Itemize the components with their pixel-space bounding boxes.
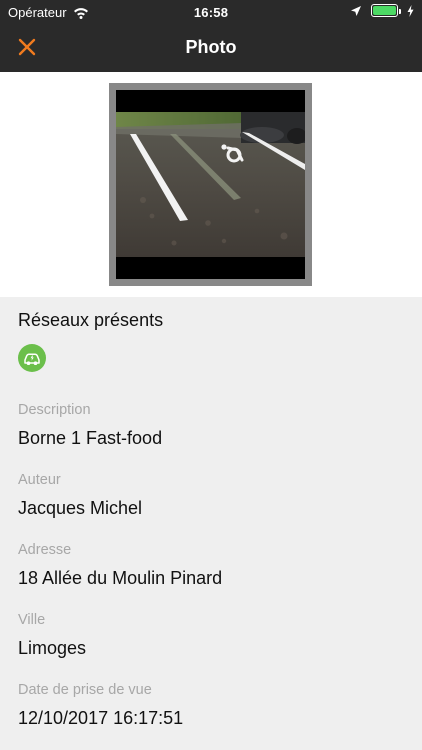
photo-thumbnail[interactable] xyxy=(109,83,312,286)
description-value: Borne 1 Fast-food xyxy=(18,428,163,448)
battery-level-fill xyxy=(373,6,396,15)
author-label: Auteur xyxy=(18,472,61,488)
battery-icon xyxy=(371,4,401,17)
city-label: Ville xyxy=(18,612,46,628)
description-label: Description xyxy=(18,402,91,418)
car-network-icon xyxy=(19,345,45,371)
networks-heading: Réseaux présents xyxy=(18,310,164,330)
top-bar: Opérateur 16:58 Photo xyxy=(0,0,422,72)
status-right-group xyxy=(350,4,414,17)
date-label: Date de prise de vue xyxy=(18,682,152,698)
photo-container xyxy=(116,90,305,279)
page-title: Photo xyxy=(185,37,237,57)
network-badge[interactable] xyxy=(18,344,46,372)
author-value: Jacques Michel xyxy=(18,498,143,518)
date-field: Date de prise de vue 12/10/2017 16:17:51 xyxy=(18,681,408,729)
charging-bolt-icon xyxy=(407,4,414,17)
description-field: Description Borne 1 Fast-food xyxy=(18,401,408,449)
battery-tip xyxy=(399,9,401,14)
address-field: Adresse 18 Allée du Moulin Pinard xyxy=(18,541,408,589)
photo-section xyxy=(0,72,422,297)
address-label: Adresse xyxy=(18,542,72,558)
parking-photo xyxy=(116,112,305,257)
city-value: Limoges xyxy=(18,638,87,658)
city-field: Ville Limoges xyxy=(18,611,408,659)
navigation-bar: Photo xyxy=(0,24,422,72)
author-field: Auteur Jacques Michel xyxy=(18,471,408,519)
status-bar: Opérateur 16:58 xyxy=(0,0,422,24)
details-panel: Réseaux présents Description Borne 1 Fas… xyxy=(0,297,422,750)
address-value: 18 Allée du Moulin Pinard xyxy=(18,568,223,588)
location-arrow-icon xyxy=(351,5,361,16)
photo-detail-screen: Opérateur 16:58 Photo Réseaux présents D… xyxy=(0,0,422,750)
date-value: 12/10/2017 16:17:51 xyxy=(18,708,184,728)
